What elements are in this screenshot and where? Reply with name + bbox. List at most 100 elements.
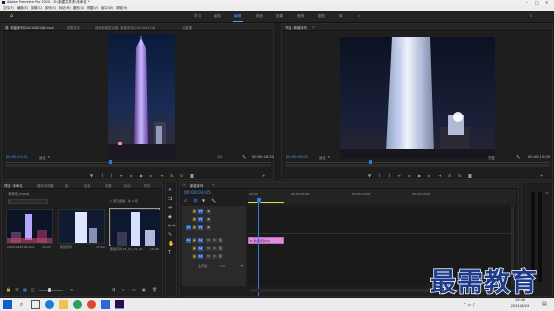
tab-media-browser[interactable]: 媒体浏览器: [37, 183, 53, 188]
go-to-in-icon[interactable]: ⇤: [398, 173, 401, 178]
lock-icon[interactable]: 🔒: [6, 287, 11, 292]
solo-button[interactable]: S: [212, 254, 217, 259]
toggle-track-lock[interactable]: 🔒: [192, 217, 197, 222]
toggle-track-lock[interactable]: 🔒: [192, 209, 197, 214]
edge-icon[interactable]: [45, 300, 54, 309]
automate-icon[interactable]: ⇶: [112, 287, 115, 292]
track-label-a3[interactable]: A3: [198, 254, 203, 259]
step-forward-icon[interactable]: ▸: [428, 173, 430, 178]
tab-audio-mixer[interactable]: 音频剪辑混合器: 新建序列(20210624)B: [95, 25, 155, 30]
linked-selection-icon[interactable]: ⛓: [193, 198, 198, 203]
mark-out-bracket-icon[interactable]: }: [388, 173, 391, 178]
delete-icon[interactable]: 🗑: [152, 287, 157, 292]
export-frame-icon[interactable]: ◙: [468, 173, 472, 178]
insert-icon[interactable]: ⊟: [170, 173, 173, 178]
tab-history[interactable]: 历史: [144, 183, 151, 188]
go-to-in-icon[interactable]: ⇤: [120, 173, 123, 178]
workspace-effects[interactable]: 效果: [276, 14, 283, 19]
timeline-clip[interactable]: fx 新建序列(V): [248, 237, 284, 244]
track-label-a2[interactable]: A2: [198, 246, 203, 251]
icon-view-icon[interactable]: ▦: [23, 287, 27, 292]
microphone-icon[interactable]: 🎙: [218, 246, 223, 251]
tab-source[interactable]: 源: 新建序列(20210624)B.mp4: [5, 25, 54, 30]
mark-in-icon[interactable]: ▼: [90, 173, 93, 178]
source-timecode-current[interactable]: 00:00:11:21: [6, 155, 28, 159]
hand-tool-icon[interactable]: ✋: [168, 241, 174, 247]
source-patch-v1[interactable]: V1: [186, 225, 191, 230]
source-fit-dropdown[interactable]: 适合: [39, 155, 46, 160]
workspace-assembly[interactable]: 组件: [214, 14, 221, 19]
extract-icon[interactable]: ⊡: [458, 173, 461, 178]
settings-icon[interactable]: 🔧: [211, 198, 216, 203]
ripple-edit-tool-icon[interactable]: ⇹: [168, 205, 172, 211]
toggle-track-lock[interactable]: 🔒: [192, 238, 197, 243]
app-icon[interactable]: [73, 300, 82, 309]
source-resolution-dropdown[interactable]: 1/2: [217, 155, 222, 159]
premiere-taskbar-icon[interactable]: [115, 300, 124, 309]
mute-button[interactable]: M: [206, 238, 211, 243]
clip-thumbnail[interactable]: [6, 209, 53, 244]
close-icon[interactable]: ✕: [183, 183, 186, 187]
add-button-icon[interactable]: +: [540, 173, 543, 178]
razor-tool-icon[interactable]: ◆: [168, 214, 172, 220]
toggle-track-lock[interactable]: 🔒: [192, 225, 197, 230]
program-timecode-current[interactable]: 00:00:03:05: [286, 155, 308, 159]
tab-program[interactable]: 节目: 新建序列: [285, 25, 307, 30]
selection-tool-icon[interactable]: ➤: [168, 187, 172, 193]
tab-markers[interactable]: 标记: [124, 183, 131, 188]
add-button-icon[interactable]: +: [262, 173, 265, 178]
source-zoom-bar[interactable]: [6, 164, 271, 167]
source-patch-a1[interactable]: A1: [186, 238, 191, 243]
track-label-a1[interactable]: A1: [198, 238, 203, 243]
program-mini-ruler[interactable]: [286, 162, 550, 163]
workspace-editing[interactable]: 编辑: [234, 14, 241, 19]
export-frame-icon[interactable]: ◙: [190, 173, 194, 178]
tab-metadata[interactable]: 元数据: [182, 25, 192, 30]
zoom-slider[interactable]: [39, 290, 63, 291]
microphone-icon[interactable]: 🎙: [218, 254, 223, 259]
app-icon[interactable]: [101, 300, 110, 309]
tab-libraries[interactable]: 库: [65, 183, 68, 188]
solo-button[interactable]: S: [212, 238, 217, 243]
overwrite-icon[interactable]: ⊡: [180, 173, 183, 178]
work-area-bar[interactable]: [248, 202, 284, 203]
selected-sequence-thumbnail[interactable]: [109, 208, 160, 246]
project-search-input[interactable]: [8, 199, 48, 204]
workspace-audio[interactable]: 音频: [297, 14, 304, 19]
list-view-icon[interactable]: ☰: [15, 287, 19, 292]
browser-icon[interactable]: [87, 300, 96, 309]
track-label-v3[interactable]: V3: [198, 209, 203, 214]
lift-icon[interactable]: ⊟: [448, 173, 451, 178]
mute-button[interactable]: M: [206, 254, 211, 259]
master-volume-value[interactable]: 0.0: [220, 264, 225, 268]
windows-start-icon[interactable]: [3, 300, 12, 309]
workspace-color[interactable]: 颜色: [256, 14, 263, 19]
track-select-tool-icon[interactable]: ⇉: [168, 196, 172, 202]
tab-sequence[interactable]: 新建序列: [190, 183, 203, 188]
zoom-slider-handle[interactable]: [48, 288, 51, 292]
eye-icon[interactable]: ◉: [206, 225, 211, 230]
search-icon[interactable]: ⌕: [530, 13, 533, 19]
tab-effects[interactable]: 效果: [105, 183, 112, 188]
file-explorer-icon[interactable]: [59, 300, 68, 309]
microphone-icon[interactable]: 🎙: [218, 238, 223, 243]
program-resolution-dropdown[interactable]: 完整: [488, 155, 495, 160]
workspace-more[interactable]: »: [358, 14, 360, 18]
workspace-libraries[interactable]: 库: [339, 14, 343, 19]
snap-icon[interactable]: ⊂: [184, 198, 187, 203]
wrench-icon[interactable]: 🔧: [516, 155, 520, 159]
sort-icon[interactable]: ≡: [70, 287, 73, 292]
new-bin-icon[interactable]: ▭: [132, 287, 136, 292]
search-icon[interactable]: ⌕: [17, 300, 26, 309]
wrench-icon[interactable]: 🔧: [242, 155, 246, 159]
go-to-out-icon[interactable]: ⇥: [160, 173, 163, 178]
mark-in-icon[interactable]: ▼: [368, 173, 371, 178]
new-item-icon[interactable]: ▣: [142, 287, 146, 292]
step-back-icon[interactable]: ◂: [408, 173, 410, 178]
mute-button[interactable]: M: [206, 246, 211, 251]
track-label-v1[interactable]: V1: [198, 225, 203, 230]
freeform-view-icon[interactable]: ◫: [31, 287, 35, 292]
toggle-track-lock[interactable]: 🔒: [192, 254, 197, 259]
type-tool-icon[interactable]: T: [168, 250, 171, 256]
tab-info[interactable]: 信息: [84, 183, 91, 188]
